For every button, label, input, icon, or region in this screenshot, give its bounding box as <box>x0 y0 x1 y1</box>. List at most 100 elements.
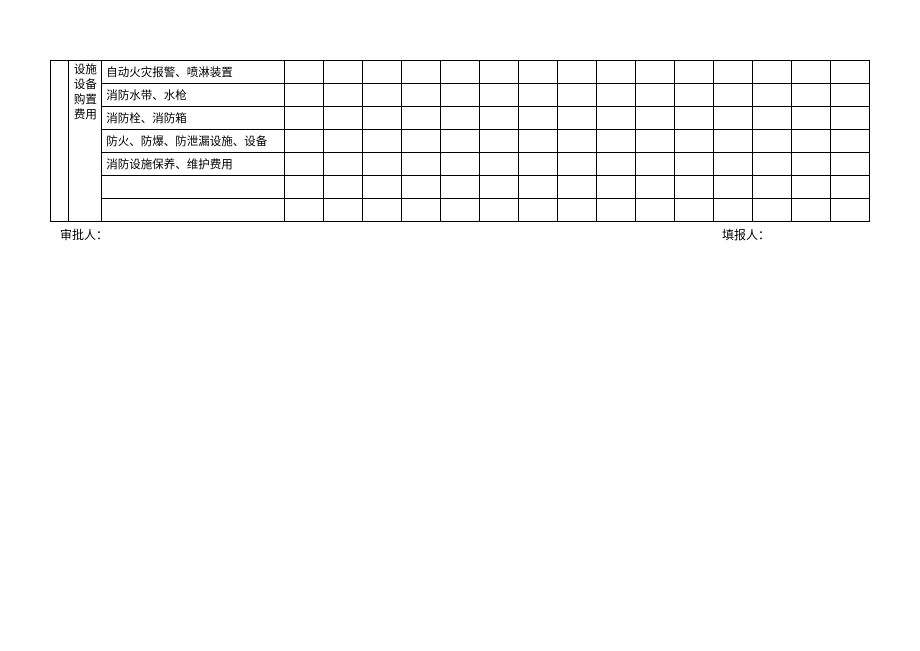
data-cell <box>557 130 596 153</box>
data-cell <box>557 199 596 222</box>
reporter-label: 填报人： <box>722 226 770 243</box>
data-cell <box>635 130 674 153</box>
data-cell <box>752 61 791 84</box>
data-cell <box>518 176 557 199</box>
item-cell <box>102 176 285 199</box>
data-cell <box>635 176 674 199</box>
data-cell <box>440 176 479 199</box>
data-cell <box>401 107 440 130</box>
data-cell <box>830 107 869 130</box>
data-cell <box>440 153 479 176</box>
data-cell <box>362 61 401 84</box>
data-cell <box>440 130 479 153</box>
data-cell <box>596 199 635 222</box>
data-cell <box>518 130 557 153</box>
data-cell <box>713 84 752 107</box>
item-cell: 自动火灾报警、喷淋装置 <box>102 61 285 84</box>
footer: 审批人： 填报人： <box>50 222 870 243</box>
table-row: 设施设备购置费用 自动火灾报警、喷淋装置 <box>51 61 870 84</box>
data-cell <box>830 84 869 107</box>
data-cell <box>752 176 791 199</box>
item-cell: 消防设施保养、维护费用 <box>102 153 285 176</box>
table-row: 消防设施保养、维护费用 <box>51 153 870 176</box>
data-cell <box>830 199 869 222</box>
data-cell <box>323 61 362 84</box>
data-cell <box>401 84 440 107</box>
data-cell <box>323 84 362 107</box>
data-cell <box>752 153 791 176</box>
data-cell <box>440 84 479 107</box>
data-cell <box>596 130 635 153</box>
data-cell <box>752 84 791 107</box>
category-cell: 设施设备购置费用 <box>69 61 102 222</box>
item-cell <box>102 199 285 222</box>
data-cell <box>401 130 440 153</box>
data-cell <box>830 153 869 176</box>
data-cell <box>674 153 713 176</box>
data-cell <box>362 199 401 222</box>
data-cell <box>362 107 401 130</box>
data-cell <box>752 107 791 130</box>
left-spacer-cell <box>51 61 69 222</box>
data-cell <box>674 107 713 130</box>
data-cell <box>791 130 830 153</box>
data-cell <box>440 107 479 130</box>
data-cell <box>713 130 752 153</box>
data-cell <box>635 199 674 222</box>
data-cell <box>323 199 362 222</box>
category-label: 设施设备购置费用 <box>70 63 100 123</box>
data-cell <box>713 176 752 199</box>
data-cell <box>362 130 401 153</box>
data-cell <box>401 61 440 84</box>
data-cell <box>479 61 518 84</box>
data-cell <box>284 61 323 84</box>
data-cell <box>479 153 518 176</box>
data-cell <box>401 176 440 199</box>
data-cell <box>284 130 323 153</box>
data-cell <box>830 130 869 153</box>
data-cell <box>830 61 869 84</box>
data-cell <box>596 61 635 84</box>
table-row: 防火、防爆、防泄漏设施、设备 <box>51 130 870 153</box>
data-cell <box>596 107 635 130</box>
data-cell <box>713 153 752 176</box>
data-cell <box>518 84 557 107</box>
data-cell <box>479 176 518 199</box>
data-cell <box>674 199 713 222</box>
item-cell: 防火、防爆、防泄漏设施、设备 <box>102 130 285 153</box>
data-cell <box>713 107 752 130</box>
data-cell <box>791 199 830 222</box>
data-cell <box>284 84 323 107</box>
data-cell <box>596 84 635 107</box>
data-cell <box>791 107 830 130</box>
data-cell <box>401 199 440 222</box>
table-row: 消防栓、消防箱 <box>51 107 870 130</box>
data-cell <box>674 61 713 84</box>
data-cell <box>557 61 596 84</box>
budget-table: 设施设备购置费用 自动火灾报警、喷淋装置 消防水带、 <box>50 60 870 222</box>
data-cell <box>284 107 323 130</box>
data-cell <box>635 153 674 176</box>
data-cell <box>362 153 401 176</box>
data-cell <box>713 61 752 84</box>
table-row <box>51 199 870 222</box>
data-cell <box>674 176 713 199</box>
data-cell <box>323 153 362 176</box>
data-cell <box>323 130 362 153</box>
data-cell <box>518 199 557 222</box>
data-cell <box>791 153 830 176</box>
data-cell <box>479 199 518 222</box>
item-cell: 消防水带、水枪 <box>102 84 285 107</box>
data-cell <box>323 107 362 130</box>
data-cell <box>557 153 596 176</box>
data-cell <box>284 176 323 199</box>
table-row <box>51 176 870 199</box>
data-cell <box>284 153 323 176</box>
data-cell <box>401 153 440 176</box>
data-cell <box>557 107 596 130</box>
data-cell <box>791 84 830 107</box>
data-cell <box>596 153 635 176</box>
data-cell <box>479 107 518 130</box>
data-cell <box>752 130 791 153</box>
data-cell <box>440 61 479 84</box>
